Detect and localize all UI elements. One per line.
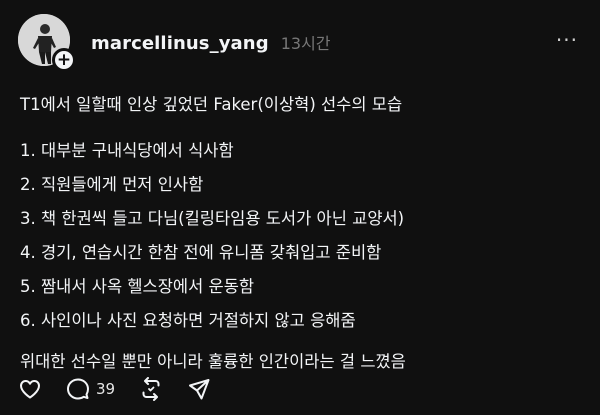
list-item: 1. 대부분 구내식당에서 식사함 (20, 141, 234, 160)
send-icon (189, 379, 210, 400)
list-item: 6. 사인이나 사진 요청하면 거절하지 않고 응해줌 (20, 311, 356, 330)
repost-button[interactable] (139, 377, 163, 401)
post-closing: 위대한 선수일 뿐만 아니라 훌륭한 인간이라는 걸 느꼈음 (20, 352, 406, 371)
list-item: 4. 경기, 연습시간 한참 전에 유니폼 갖춰입고 준비함 (20, 243, 382, 262)
like-button[interactable] (18, 377, 42, 401)
timestamp[interactable]: 13시간 (281, 30, 331, 54)
repost-icon (142, 377, 160, 401)
post-header: marcellinus_yang 13시간 (91, 30, 331, 56)
comment-button[interactable]: 39 (66, 377, 115, 401)
list-item: 3. 책 한권씩 들고 다님(킬링타임용 도서가 아닌 교양서) (20, 209, 405, 228)
list-item: 2. 직원들에게 먼저 인사함 (20, 175, 204, 194)
comment-count: 39 (96, 380, 116, 398)
more-options-icon[interactable]: ··· (556, 30, 578, 50)
thread-post: + marcellinus_yang 13시간 ··· T1에서 일할때 인상 … (0, 0, 600, 415)
list-item: 5. 짬내서 사옥 헬스장에서 운동함 (20, 277, 255, 296)
follow-plus-icon[interactable]: + (52, 48, 76, 72)
post-headline: T1에서 일할때 인상 깊었던 Faker(이상혁) 선수의 모습 (20, 95, 403, 114)
post-list: 1. 대부분 구내식당에서 식사함 2. 직원들에게 먼저 인사함 3. 책 한… (20, 138, 580, 342)
post-body: T1에서 일할때 인상 깊었던 Faker(이상혁) 선수의 모습 1. 대부분… (20, 92, 580, 375)
share-button[interactable] (187, 377, 211, 401)
action-bar: 39 (18, 376, 235, 402)
comment-icon (67, 378, 89, 400)
username[interactable]: marcellinus_yang (91, 33, 269, 54)
heart-icon (20, 380, 40, 399)
